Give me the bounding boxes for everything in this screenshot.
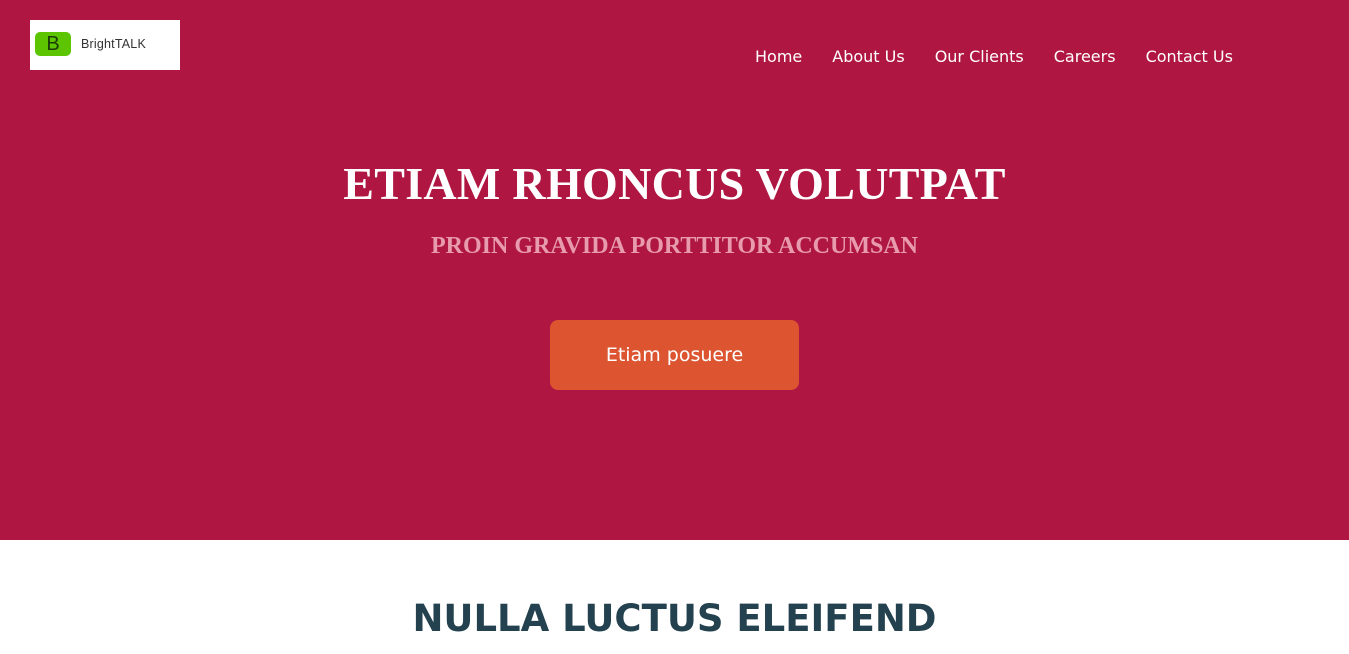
nav-item-our-clients[interactable]: Our Clients [935,47,1024,67]
brand-logo[interactable]: B BrightTALK [30,20,180,70]
hero-subtitle: PROIN GRAVIDA PORTTITOR ACCUMSAN [431,233,918,259]
cta-button[interactable]: Etiam posuere [550,320,799,390]
nav-item-contact-us[interactable]: Contact Us [1146,47,1233,67]
hero-banner: B BrightTALK Home About Us Our Clients C… [0,0,1349,540]
logo-text: BrightTALK [81,37,146,51]
logo-badge-letter: B [46,33,60,55]
section-title: NULLA LUCTUS ELEIFEND [412,597,937,640]
nav-item-about-us[interactable]: About Us [832,47,904,67]
nav-item-careers[interactable]: Careers [1054,47,1116,67]
hero-title: ETIAM RHONCUS VOLUTPAT [343,158,1006,209]
logo-badge-icon: B [35,32,71,56]
nav-item-home[interactable]: Home [755,47,802,67]
main-nav: Home About Us Our Clients Careers Contac… [755,47,1263,67]
